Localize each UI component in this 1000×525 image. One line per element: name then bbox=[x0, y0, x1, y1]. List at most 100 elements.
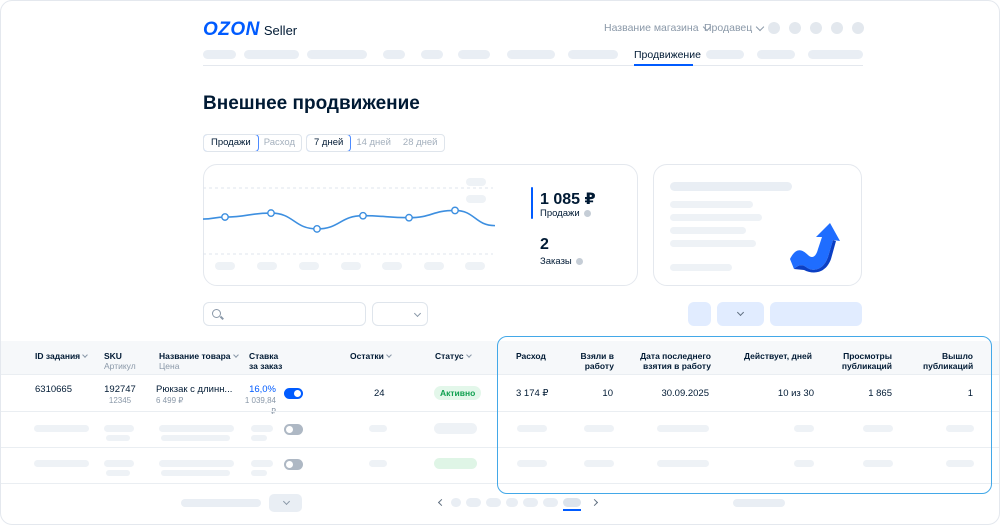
header-icon-placeholder[interactable] bbox=[852, 22, 864, 34]
pagination-placeholder bbox=[733, 499, 785, 507]
cell-placeholder bbox=[106, 470, 130, 476]
chart-xtick-placeholder bbox=[382, 262, 402, 270]
page-size-select[interactable] bbox=[269, 494, 302, 512]
header-icon-placeholder[interactable] bbox=[810, 22, 822, 34]
col-header-status[interactable]: Статус bbox=[435, 351, 472, 361]
nav-tab-placeholder[interactable] bbox=[244, 50, 299, 59]
cell-placeholder bbox=[251, 435, 267, 441]
page-number-placeholder[interactable] bbox=[466, 498, 481, 507]
search-icon bbox=[212, 309, 221, 318]
cell-placeholder bbox=[251, 425, 273, 432]
app-window: OZON Seller Название магазина Продавец П… bbox=[0, 0, 1000, 525]
orders-label: Заказы bbox=[540, 256, 583, 267]
tab-promotion[interactable]: Продвижение bbox=[634, 49, 701, 61]
metric-option-spend[interactable]: Расход bbox=[258, 135, 301, 151]
logo-product: Seller bbox=[263, 23, 298, 38]
page-number-active[interactable] bbox=[563, 498, 581, 507]
orders-value: 2 bbox=[540, 236, 549, 253]
page-number-placeholder[interactable] bbox=[451, 498, 461, 507]
filter-select[interactable] bbox=[372, 302, 428, 326]
dropdown-button[interactable] bbox=[717, 302, 764, 326]
cell-placeholder bbox=[159, 460, 234, 467]
chart-xtick-placeholder bbox=[257, 262, 277, 270]
search-input[interactable] bbox=[203, 302, 366, 326]
period-option-28[interactable]: 28 дней bbox=[397, 135, 444, 151]
action-button[interactable] bbox=[688, 302, 711, 326]
cell-rate[interactable]: 16,0% 1 039,84 ₽ bbox=[238, 384, 276, 417]
chevron-down-icon bbox=[756, 22, 765, 31]
nav-tab-placeholder[interactable] bbox=[203, 50, 236, 59]
page-active-indicator bbox=[563, 509, 581, 511]
cell-placeholder bbox=[34, 460, 89, 467]
sales-line-chart bbox=[203, 187, 496, 255]
store-menu[interactable]: Название магазина bbox=[604, 22, 711, 34]
user-menu[interactable]: Продавец bbox=[704, 22, 765, 34]
highlight-frame bbox=[497, 336, 992, 494]
period-option-14[interactable]: 14 дней bbox=[350, 135, 397, 151]
chevron-down-icon bbox=[282, 497, 291, 506]
header-icon-placeholder[interactable] bbox=[831, 22, 843, 34]
nav-tab-placeholder[interactable] bbox=[757, 50, 795, 59]
col-header-stock[interactable]: Остатки bbox=[350, 351, 392, 361]
promo-button-placeholder[interactable] bbox=[670, 264, 732, 271]
header-icon-placeholder[interactable] bbox=[789, 22, 801, 34]
rate-toggle[interactable] bbox=[284, 388, 303, 399]
col-header-sku[interactable]: SKU Артикул bbox=[104, 351, 136, 371]
sales-label: Продажи bbox=[540, 208, 591, 219]
page-number-placeholder[interactable] bbox=[506, 498, 518, 507]
chart-xtick-placeholder bbox=[215, 262, 235, 270]
tab-active-indicator bbox=[634, 64, 693, 66]
cell-stock: 24 bbox=[374, 388, 385, 399]
nav-tab-placeholder[interactable] bbox=[808, 50, 863, 59]
chart-xtick-placeholder bbox=[299, 262, 319, 270]
primary-action-button[interactable] bbox=[770, 302, 862, 326]
store-menu-label: Название магазина bbox=[604, 22, 699, 34]
cell-placeholder bbox=[161, 470, 230, 476]
promo-text-placeholder bbox=[670, 214, 762, 221]
promo-text-placeholder bbox=[670, 201, 753, 208]
col-header-product[interactable]: Название товара Цена bbox=[159, 351, 239, 371]
header-icon-placeholder[interactable] bbox=[768, 22, 780, 34]
period-toggle: 7 дней 14 дней 28 дней bbox=[306, 134, 445, 152]
page-number-placeholder[interactable] bbox=[543, 498, 558, 507]
nav-tab-placeholder[interactable] bbox=[706, 50, 744, 59]
rate-toggle[interactable] bbox=[284, 459, 303, 470]
nav-tab-placeholder[interactable] bbox=[507, 50, 555, 59]
rate-toggle[interactable] bbox=[284, 424, 303, 435]
nav-tab-placeholder[interactable] bbox=[383, 50, 405, 59]
stat-active-indicator bbox=[531, 187, 533, 219]
nav-tab-placeholder[interactable] bbox=[458, 50, 490, 59]
chart-point[interactable] bbox=[405, 213, 413, 222]
chart-point[interactable] bbox=[359, 211, 367, 220]
cell-placeholder bbox=[251, 460, 273, 467]
page-number-placeholder[interactable] bbox=[486, 498, 501, 507]
chart-xtick-placeholder bbox=[465, 262, 485, 270]
ozon-seller-logo[interactable]: OZON Seller bbox=[203, 19, 297, 41]
period-option-7[interactable]: 7 дней bbox=[306, 135, 352, 151]
chart-label-placeholder bbox=[466, 178, 486, 186]
chart-label-placeholder bbox=[466, 195, 486, 203]
chart-point[interactable] bbox=[313, 225, 321, 233]
nav-tab-placeholder[interactable] bbox=[421, 50, 443, 59]
cell-product[interactable]: Рюкзак с длинн... 6 499 ₽ bbox=[156, 384, 232, 406]
chart-point[interactable] bbox=[267, 209, 275, 217]
prev-page-icon[interactable] bbox=[437, 498, 446, 507]
col-header-id[interactable]: ID задания bbox=[35, 351, 88, 361]
nav-tab-placeholder[interactable] bbox=[307, 50, 367, 59]
cell-placeholder bbox=[104, 460, 134, 467]
metric-toggle: Продажи Расход bbox=[203, 134, 303, 152]
info-icon[interactable] bbox=[575, 258, 583, 265]
chevron-down-icon bbox=[736, 308, 745, 317]
cell-placeholder bbox=[34, 425, 89, 432]
page-number-placeholder[interactable] bbox=[523, 498, 538, 507]
chevron-down-icon bbox=[413, 309, 422, 318]
metric-option-sales[interactable]: Продажи bbox=[204, 135, 259, 151]
chart-point[interactable] bbox=[221, 213, 229, 221]
col-header-rate[interactable]: Ставка за заказ bbox=[249, 351, 289, 371]
chart-point[interactable] bbox=[451, 206, 459, 215]
cell-placeholder bbox=[104, 425, 134, 432]
nav-tab-placeholder[interactable] bbox=[568, 50, 618, 59]
orders-label-text: Заказы bbox=[540, 256, 572, 267]
next-page-icon[interactable] bbox=[590, 498, 599, 507]
info-icon[interactable] bbox=[583, 210, 591, 217]
